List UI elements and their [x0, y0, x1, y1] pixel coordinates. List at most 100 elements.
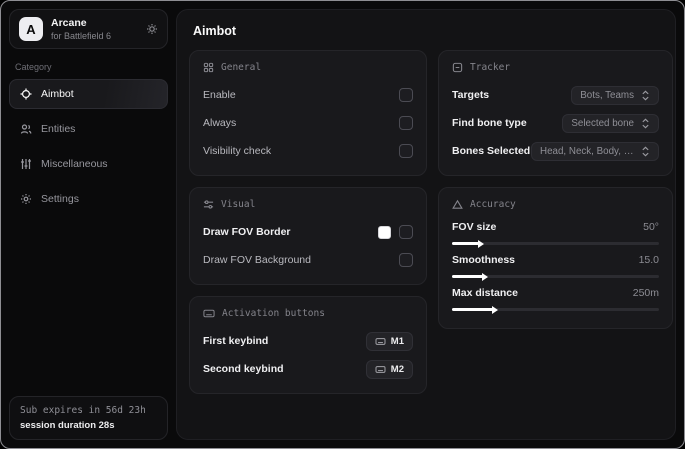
setting-row-first-keybind: First keybind M1 — [203, 330, 413, 352]
app-name: Arcane — [51, 17, 87, 29]
sidebar-item-label: Settings — [41, 193, 79, 205]
select-value: Bots, Teams — [580, 89, 634, 101]
find-bone-type-select[interactable]: Selected bone — [562, 113, 659, 133]
setting-row-enable: Enable — [203, 84, 413, 106]
setting-row-smoothness: Smoothness 15.0 — [452, 254, 659, 278]
accuracy-panel-header: Accuracy — [452, 199, 659, 210]
enable-checkbox[interactable] — [399, 88, 413, 102]
tracker-panel: Tracker Targets Bots, Teams Find bone ty… — [438, 50, 673, 176]
crosshair-icon — [20, 88, 32, 100]
general-panel-header: General — [203, 62, 413, 73]
visual-panel: Visual Draw FOV Border Draw FOV Backgrou… — [189, 187, 427, 285]
setting-row-bones-selected: Bones Selected Head, Neck, Body, Pe.. — [452, 140, 659, 162]
grid-icon — [203, 62, 214, 73]
general-panel-title: General — [221, 62, 262, 73]
visibility-check-checkbox[interactable] — [399, 144, 413, 158]
setting-row-second-keybind: Second keybind M2 — [203, 358, 413, 380]
setting-row-find-bone-type: Find bone type Selected bone — [452, 112, 659, 134]
entities-icon — [20, 123, 32, 135]
always-checkbox[interactable] — [399, 116, 413, 130]
targets-select[interactable]: Bots, Teams — [571, 85, 659, 105]
left-column: General Enable Always Visibility check V… — [189, 50, 427, 405]
right-column: Tracker Targets Bots, Teams Find bone ty… — [438, 50, 673, 340]
app-logo: A — [19, 17, 43, 41]
accuracy-panel: Accuracy FOV size 50° Smoothness 15.0 Ma… — [438, 187, 673, 329]
setting-label: Enable — [203, 89, 236, 101]
sidebar-item-label: Miscellaneous — [41, 158, 108, 170]
setting-row-always: Always — [203, 112, 413, 134]
sidebar-item-aimbot[interactable]: Aimbot — [9, 79, 168, 109]
sidebar-item-label: Aimbot — [41, 88, 74, 100]
sliders-horizontal-icon — [203, 199, 214, 210]
setting-label: Draw FOV Border — [203, 226, 291, 238]
setting-label: Draw FOV Background — [203, 254, 311, 266]
setting-row-targets: Targets Bots, Teams — [452, 84, 659, 106]
setting-row-fov-size: FOV size 50° — [452, 221, 659, 245]
triangle-icon — [452, 199, 463, 210]
gear-icon[interactable] — [146, 23, 158, 35]
activation-buttons-panel: Activation buttons First keybind M1 Seco… — [189, 296, 427, 394]
draw-fov-background-checkbox[interactable] — [399, 253, 413, 267]
setting-label: Bones Selected — [452, 145, 531, 157]
subscription-info-card: Sub expires in 56d 23h session duration … — [9, 396, 168, 440]
slider-fill[interactable] — [452, 242, 479, 245]
tracker-panel-title: Tracker — [470, 62, 511, 73]
setting-label: Visibility check — [203, 145, 272, 157]
square-minus-icon — [452, 62, 463, 73]
chevrons-up-down-icon — [641, 146, 650, 157]
setting-row-draw-fov-border: Draw FOV Border — [203, 221, 413, 243]
keyboard-icon — [375, 365, 386, 374]
keybind-value: M1 — [390, 335, 404, 347]
session-duration-text: session duration 28s — [20, 420, 115, 431]
sidebar-item-settings[interactable]: Settings — [9, 184, 168, 214]
sidebar: A Arcane for Battlefield 6 Category Aimb — [1, 1, 176, 448]
smoothness-slider[interactable] — [452, 275, 659, 278]
select-value: Head, Neck, Body, Pe.. — [540, 145, 634, 157]
select-value: Selected bone — [571, 117, 634, 129]
tracker-panel-header: Tracker — [452, 62, 659, 73]
accuracy-panel-title: Accuracy — [470, 199, 516, 210]
fov-size-value: 50° — [643, 221, 659, 233]
visual-panel-header: Visual — [203, 199, 413, 210]
sidebar-item-miscellaneous[interactable]: Miscellaneous — [9, 149, 168, 179]
keybind-value: M2 — [390, 363, 404, 375]
app-subtitle: for Battlefield 6 — [51, 31, 112, 41]
setting-row-max-distance: Max distance 250m — [452, 287, 659, 311]
chevrons-up-down-icon — [641, 118, 650, 129]
fov-size-slider[interactable] — [452, 242, 659, 245]
max-distance-slider[interactable] — [452, 308, 659, 311]
category-label: Category — [15, 62, 52, 72]
sub-expiry-text: Sub expires in 56d 23h — [20, 405, 146, 416]
slider-fill[interactable] — [452, 308, 494, 311]
setting-label: Find bone type — [452, 117, 527, 129]
setting-label: Targets — [452, 89, 490, 101]
sliders-vertical-icon — [20, 158, 32, 170]
setting-label: Always — [203, 117, 237, 129]
app-window: A Arcane for Battlefield 6 Category Aimb — [0, 0, 685, 449]
chevrons-up-down-icon — [641, 90, 650, 101]
general-panel: General Enable Always Visibility check — [189, 50, 427, 176]
visual-panel-title: Visual — [221, 199, 256, 210]
main-content: Aimbot General Enable Always Visibility … — [176, 9, 676, 440]
keyboard-icon — [203, 308, 215, 319]
first-keybind-button[interactable]: M1 — [365, 331, 413, 351]
app-meta: Arcane for Battlefield 6 — [51, 17, 138, 41]
smoothness-value: 15.0 — [638, 254, 659, 266]
setting-row-draw-fov-background: Draw FOV Background — [203, 249, 413, 271]
setting-label: First keybind — [203, 335, 269, 347]
setting-label: Second keybind — [203, 363, 284, 375]
gear-icon — [20, 193, 32, 205]
setting-label: Smoothness — [452, 254, 516, 266]
app-header-card: A Arcane for Battlefield 6 — [9, 9, 168, 49]
setting-label: Max distance — [452, 287, 518, 299]
setting-row-visibility-check: Visibility check — [203, 140, 413, 162]
color-swatch[interactable] — [378, 225, 391, 239]
activation-panel-title: Activation buttons — [222, 308, 325, 319]
draw-fov-border-checkbox[interactable] — [399, 225, 413, 239]
sidebar-item-entities[interactable]: Entities — [9, 114, 168, 144]
second-keybind-button[interactable]: M2 — [365, 359, 413, 379]
slider-fill[interactable] — [452, 275, 484, 278]
setting-label: FOV size — [452, 221, 497, 233]
bones-selected-select[interactable]: Head, Neck, Body, Pe.. — [531, 141, 659, 161]
activation-panel-header: Activation buttons — [203, 308, 413, 319]
